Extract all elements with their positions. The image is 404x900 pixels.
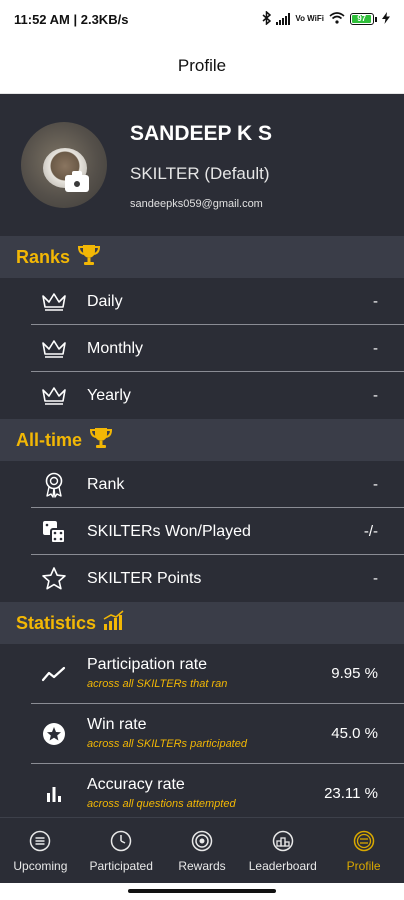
alltime-value: - bbox=[373, 570, 378, 587]
bottom-nav: Upcoming Participated Rewards Leaderboar… bbox=[0, 817, 404, 883]
star-badge-icon bbox=[40, 720, 68, 748]
status-icons: Vo WiFi 97 bbox=[262, 9, 390, 28]
podium-icon bbox=[271, 829, 295, 853]
stat-sublabel: across all questions attempted bbox=[87, 798, 236, 810]
trend-line-icon bbox=[40, 660, 68, 688]
battery-level: 97 bbox=[352, 15, 372, 23]
ranks-section-header: Ranks bbox=[0, 236, 404, 278]
nav-participated[interactable]: Participated bbox=[81, 818, 162, 883]
rank-label: Monthly bbox=[87, 339, 144, 357]
stat-sublabel: across all SKILTERs participated bbox=[87, 738, 247, 750]
rank-value: - bbox=[373, 340, 378, 357]
nav-label: Leaderboard bbox=[248, 858, 317, 873]
stat-row-accuracy: Accuracy rate across all questions attem… bbox=[0, 764, 404, 817]
status-bar: 11:52 AM | 2.3KB/s Vo WiFi 97 bbox=[0, 0, 404, 38]
alltime-label: SKILTERs Won/Played bbox=[87, 522, 251, 540]
page-title: Profile bbox=[177, 55, 227, 75]
nav-label: Participated bbox=[89, 858, 153, 873]
rank-row-daily: Daily - bbox=[0, 278, 404, 325]
clock-icon bbox=[109, 829, 133, 853]
stat-value: 23.11 % bbox=[324, 785, 378, 802]
nav-label: Profile bbox=[346, 858, 381, 873]
nav-rewards[interactable]: Rewards bbox=[162, 818, 243, 883]
nav-label: Rewards bbox=[178, 858, 226, 873]
bar-chart-icon bbox=[102, 609, 126, 637]
rank-value: - bbox=[373, 387, 378, 404]
medal-icon bbox=[40, 471, 68, 499]
crown-icon bbox=[40, 335, 68, 363]
alltime-value: -/- bbox=[363, 523, 378, 540]
alltime-title: All-time bbox=[16, 429, 83, 450]
signal-icon bbox=[276, 13, 291, 25]
gesture-bar-area bbox=[0, 883, 404, 900]
stat-value: 9.95 % bbox=[331, 665, 378, 682]
alltime-row-rank: Rank - bbox=[0, 461, 404, 508]
trophy-icon bbox=[76, 243, 102, 272]
rank-label: Yearly bbox=[87, 386, 131, 404]
target-icon bbox=[190, 829, 214, 853]
crown-icon bbox=[40, 288, 68, 316]
crown-icon bbox=[40, 382, 68, 410]
rank-value: - bbox=[373, 293, 378, 310]
menu-circle-icon bbox=[28, 829, 52, 853]
user-role: SKILTER (Default) bbox=[130, 164, 270, 183]
avatar[interactable] bbox=[21, 122, 107, 208]
stat-row-win-rate: Win rate across all SKILTERs participate… bbox=[0, 704, 404, 764]
trophy-icon bbox=[88, 426, 114, 455]
vowifi-label: Vo WiFi bbox=[295, 14, 324, 23]
bars-icon bbox=[40, 780, 68, 808]
alltime-row-won-played: SKILTERs Won/Played -/- bbox=[0, 508, 404, 555]
rank-row-monthly: Monthly - bbox=[0, 325, 404, 372]
statistics-title: Statistics bbox=[16, 612, 97, 633]
alltime-label: Rank bbox=[87, 475, 125, 493]
user-email: sandeepks059@gmail.com bbox=[130, 198, 263, 210]
nav-leaderboard[interactable]: Leaderboard bbox=[242, 818, 323, 883]
statistics-section-header: Statistics bbox=[0, 602, 404, 644]
stat-value: 45.0 % bbox=[331, 725, 378, 742]
nav-profile[interactable]: Profile bbox=[323, 818, 404, 883]
camera-icon[interactable] bbox=[63, 170, 91, 194]
profile-content[interactable]: SANDEEP K S SKILTER (Default) sandeepks0… bbox=[0, 94, 404, 817]
alltime-section-header: All-time bbox=[0, 419, 404, 461]
profile-icon bbox=[352, 829, 376, 853]
dice-icon bbox=[40, 518, 68, 546]
stat-sublabel: across all SKILTERs that ran bbox=[87, 678, 228, 690]
app-header: Profile bbox=[0, 38, 404, 94]
star-icon bbox=[40, 565, 68, 593]
stat-row-participation: Participation rate across all SKILTERs t… bbox=[0, 644, 404, 704]
nav-label: Upcoming bbox=[13, 858, 68, 873]
user-name: SANDEEP K S bbox=[130, 122, 272, 145]
rank-label: Daily bbox=[87, 292, 123, 310]
wifi-icon bbox=[329, 11, 345, 27]
alltime-row-points: SKILTER Points - bbox=[0, 555, 404, 602]
home-gesture-bar[interactable] bbox=[128, 889, 276, 893]
alltime-label: SKILTER Points bbox=[87, 569, 202, 587]
status-time-speed: 11:52 AM | 2.3KB/s bbox=[14, 11, 129, 27]
bluetooth-icon bbox=[262, 9, 272, 28]
battery-icon: 97 bbox=[350, 13, 377, 25]
charging-icon bbox=[382, 11, 390, 27]
ranks-title: Ranks bbox=[16, 246, 71, 267]
stat-label: Win rate bbox=[87, 716, 147, 733]
rank-row-yearly: Yearly - bbox=[0, 372, 404, 419]
profile-card: SANDEEP K S SKILTER (Default) sandeepks0… bbox=[0, 94, 404, 236]
stat-label: Participation rate bbox=[87, 656, 208, 673]
stat-label: Accuracy rate bbox=[87, 776, 185, 793]
nav-upcoming[interactable]: Upcoming bbox=[0, 818, 81, 883]
alltime-value: - bbox=[373, 476, 378, 493]
